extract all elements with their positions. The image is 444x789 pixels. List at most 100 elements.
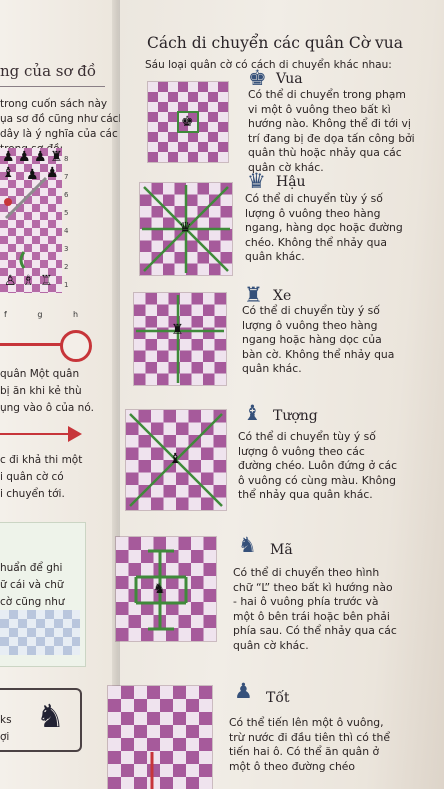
queen-icon: ♛ xyxy=(247,169,266,193)
knight-icon: ♞ xyxy=(36,697,65,735)
rook-name: Xe xyxy=(273,288,292,304)
queen-name: Hậu xyxy=(276,174,306,190)
rook-description: Có thể di chuyển tùy ý số lượng ô vuông … xyxy=(242,304,394,377)
notation-line: huẩn để ghi xyxy=(0,562,63,574)
capture-line-text: bị ăn khi kẻ thù xyxy=(0,385,82,397)
knight-piece-icon: ♞ xyxy=(153,581,166,597)
move-arrow-line xyxy=(0,433,70,435)
rook-board: ♜ xyxy=(134,293,226,385)
desc-line: một ô bên trái hoặc bên phải xyxy=(233,609,390,623)
desc-line: Có thể di chuyển theo hình xyxy=(233,566,380,579)
knight-name: Mã xyxy=(270,542,293,558)
intro-line: dây là ý nghĩa của các xyxy=(0,128,118,140)
desc-line: lượng ô vuông theo hàng xyxy=(242,318,378,332)
bishop-piece-icon: ♝ xyxy=(169,451,182,467)
desc-line: thể nhảy qua quân khác. xyxy=(238,488,373,501)
notation-text: huẩn để ghi ữ cái và chữ cờ cũng như xyxy=(0,560,65,611)
knight-icon: ♞ xyxy=(238,533,257,557)
capture-text: quân Một quân bị ăn khi kẻ thù ụng vào ô… xyxy=(0,366,94,417)
move-arrow-head-icon xyxy=(68,426,82,442)
desc-line: đường chéo. Luôn đứng ở các xyxy=(238,459,398,472)
pawn-icon: ♟ xyxy=(234,679,253,703)
capture-circle-icon xyxy=(60,330,92,362)
rank-numbers: 8 7 6 5 4 3 2 1 xyxy=(64,150,68,294)
desc-line: chữ “L” theo bất kì hướng nào xyxy=(233,580,393,594)
capture-line-text: quân Một quân xyxy=(0,368,80,380)
desc-line: - hai ô vuông phía trước và xyxy=(233,595,379,608)
desc-line: quân cờ khác. xyxy=(233,638,309,652)
rank-label: 4 xyxy=(64,227,69,235)
notation-grid xyxy=(0,610,80,655)
desc-line: lượng ô vuông theo hàng xyxy=(245,206,381,220)
intro-line: trong cuốn sách này xyxy=(0,98,108,110)
move-line-text: i quân cờ có xyxy=(0,471,64,483)
desc-line: ngang, hàng dọc hoặc đường xyxy=(245,221,403,234)
move-line-text: c đi khả thi một xyxy=(0,454,83,466)
rank-label: 5 xyxy=(64,209,69,217)
desc-line: quân khác. xyxy=(242,362,302,375)
queen-description: Có thể di chuyển tùy ý số lượng ô vuông … xyxy=(245,192,403,265)
desc-line: quân cờ khác. xyxy=(248,160,324,174)
king-name: Vua xyxy=(276,71,303,87)
mini-chess-diagram: ♟ ♟ ♟ ♜ ♝ ♟ ♟ ♙ ♗ ♖ xyxy=(0,148,63,293)
knight-board: ♞ xyxy=(116,537,216,641)
page-title: Cách di chuyển các quân Cờ vua xyxy=(147,34,404,52)
desc-line: quân thù hoặc nhảy qua các xyxy=(248,146,402,159)
rank-label: 2 xyxy=(64,263,69,271)
bottom-line: ks xyxy=(0,714,12,726)
king-description: Có thể di chuyển trong phạm vi một ô vuô… xyxy=(248,88,415,175)
book-photo: ng của sơ đồ trong cuốn sách này ụa sơ đ… xyxy=(0,0,444,789)
desc-line: lượng ô vuông theo các xyxy=(238,444,365,458)
intro-line: ụa sơ đồ cũng như cách xyxy=(0,113,126,125)
pawn-description: Có thể tiến lên một ô vuông, trừ nước đi… xyxy=(229,716,390,774)
desc-line: Có thể di chuyển tùy ý số xyxy=(238,430,376,443)
bishop-icon: ♝ xyxy=(243,401,262,425)
page-subtitle: Sáu loại quân cờ có cách di chuyển khác … xyxy=(145,59,392,71)
pawn-moves xyxy=(150,752,154,789)
rank-label: 7 xyxy=(64,173,69,181)
desc-line: Có thể di chuyển tùy ý số xyxy=(245,192,383,205)
file-letters: f g h xyxy=(4,310,93,319)
pawn-name: Tốt xyxy=(266,690,290,706)
rook-moves xyxy=(136,295,224,383)
rank-label: 3 xyxy=(64,245,69,253)
king-icon: ♚ xyxy=(248,66,267,90)
desc-line: Có thể tiến lên một ô vuông, xyxy=(229,716,384,729)
bottom-line: ợi xyxy=(0,731,10,743)
bishop-board: ♝ xyxy=(126,410,226,510)
bishop-description: Có thể di chuyển tùy ý số lượng ô vuông … xyxy=(238,430,397,503)
bottom-text: ks ợi xyxy=(0,712,12,746)
rank-label: 1 xyxy=(64,281,69,289)
desc-line: vi một ô vuông theo bất kì xyxy=(248,102,391,116)
desc-line: ô vuông có cùng màu. Không xyxy=(238,473,396,487)
desc-line: hướng nào. Không thể đi tới vị xyxy=(248,117,411,130)
capture-line xyxy=(0,343,62,346)
king-piece-icon: ♚ xyxy=(181,114,194,130)
capture-line-text: ụng vào ô của nó. xyxy=(0,402,94,414)
desc-line: trí đang bị đe dọa tấn công bởi xyxy=(248,131,415,145)
pawn-board xyxy=(108,686,212,789)
rank-label: 8 xyxy=(64,155,69,163)
move-line-text: i chuyển tới. xyxy=(0,488,65,500)
desc-line: phía sau. Có thể nhảy qua các xyxy=(233,624,397,637)
rook-piece-icon: ♜ xyxy=(171,322,184,338)
desc-line: Có thể di chuyển tùy ý số xyxy=(242,304,380,317)
rook-icon: ♜ xyxy=(244,283,263,307)
queen-piece-icon: ♛ xyxy=(179,220,192,236)
desc-line: quân khác. xyxy=(245,250,305,263)
heading-rule xyxy=(0,86,105,87)
queen-board: ♛ xyxy=(140,183,232,275)
left-page-heading: ng của sơ đồ xyxy=(0,62,97,80)
desc-line: chéo. Không thể nhảy qua xyxy=(245,235,387,249)
knight-description: Có thể di chuyển theo hình chữ “L” theo … xyxy=(233,566,397,653)
desc-line: trừ nước đi đầu tiên thì có thể xyxy=(229,730,390,744)
desc-line: một ô theo đường chéo xyxy=(229,759,356,773)
move-text: c đi khả thi một i quân cờ có i chuyển t… xyxy=(0,452,82,503)
desc-line: bàn cờ. Không thể nhảy qua xyxy=(242,347,395,361)
knight-moves xyxy=(134,549,188,631)
king-board: ♚ xyxy=(148,82,228,162)
bishop-name: Tượng xyxy=(273,408,318,424)
notation-line: ữ cái và chữ xyxy=(0,579,64,591)
desc-line: Có thể di chuyển trong phạm xyxy=(248,88,406,101)
desc-line: tiến hai ô. Có thể ăn quân ở xyxy=(229,745,380,758)
